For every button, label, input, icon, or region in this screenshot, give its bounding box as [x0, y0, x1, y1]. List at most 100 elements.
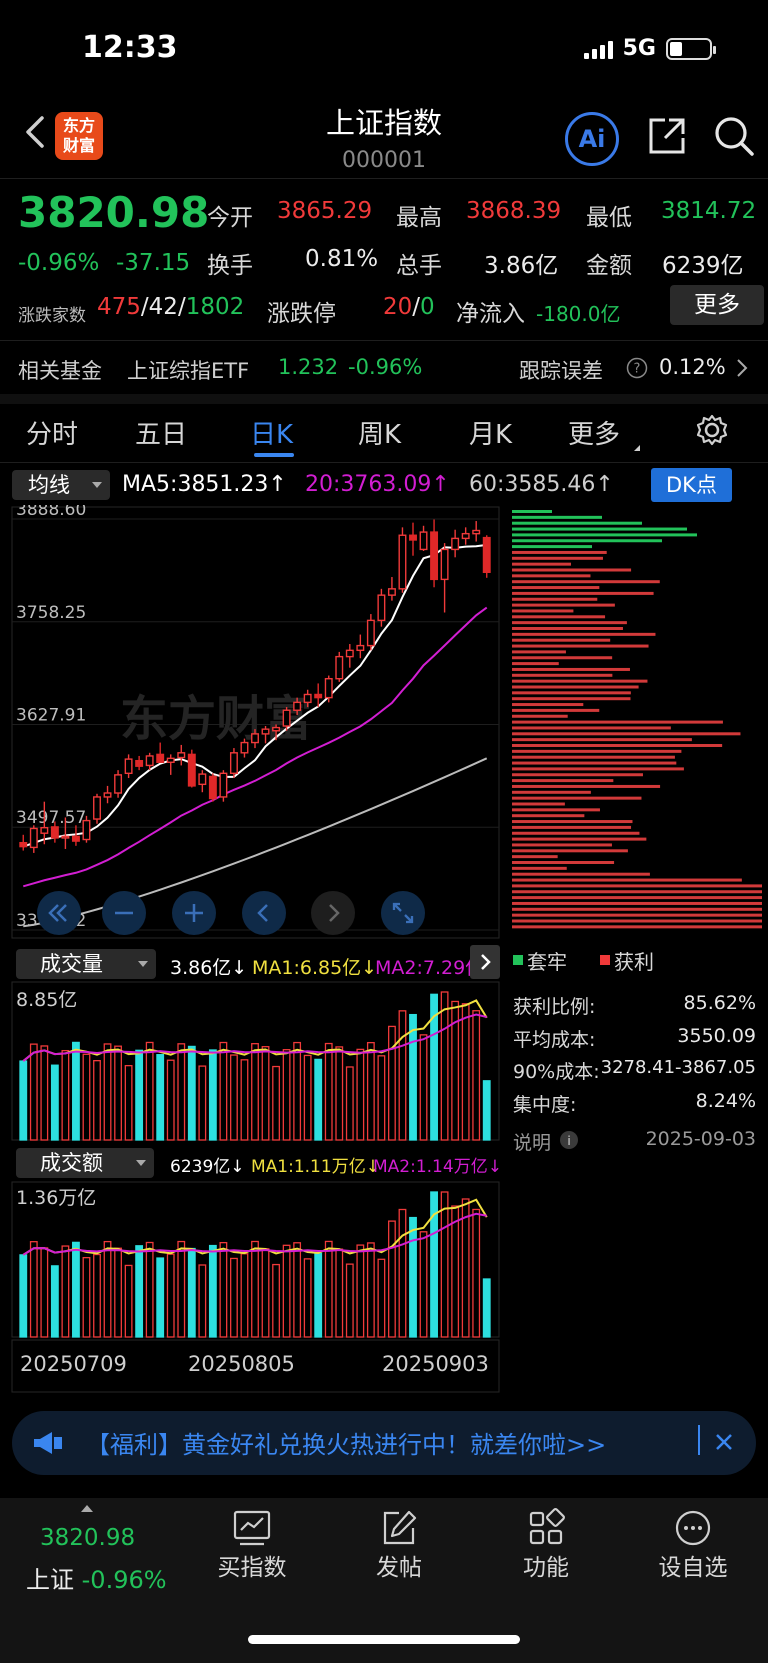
banner-text[interactable]: 【福利】黄金好礼兑换火热进行中！就差你啦>> [86, 1425, 606, 1460]
profit-legend-label: 获利 [614, 950, 654, 974]
fast-back-button[interactable] [37, 891, 81, 935]
ma5-value: MA5:3851.23↑ [122, 472, 287, 497]
prev-button[interactable] [242, 891, 286, 935]
y-axis-label: 3627.91 [16, 706, 86, 726]
chip-bar [512, 556, 603, 560]
volume-bar [93, 1060, 101, 1141]
candle [377, 588, 386, 627]
chip-bar [512, 890, 762, 894]
panel-expand-button[interactable] [470, 945, 500, 979]
chip-bar [512, 650, 566, 654]
profit-ratio-value: 85.62% [683, 992, 756, 1014]
chip-bar [512, 656, 613, 660]
chip-bar [512, 673, 613, 677]
turnover-value: 0.81% [305, 246, 379, 272]
amount-label: 金额 [586, 253, 632, 279]
close-icon[interactable] [713, 1431, 735, 1453]
nav-post-label: 发帖 [376, 1555, 422, 1581]
candle [177, 744, 186, 766]
chip-bar [512, 749, 682, 753]
status-indicators: 5G [583, 36, 716, 61]
candle [103, 785, 112, 804]
tab-more[interactable]: 更多 [568, 414, 641, 451]
y-axis-label: 3758.25 [16, 603, 86, 623]
dk-point-button[interactable]: DK点 [651, 468, 732, 502]
volume-bar [345, 1263, 354, 1338]
nav-post[interactable]: 发帖 [349, 1508, 449, 1582]
breadth-values: 475/42/1802 [97, 294, 245, 320]
amount-ma2: MA2:1.14万亿↓ [373, 1157, 502, 1177]
tab-intraday[interactable]: 分时 [26, 414, 78, 451]
search-icon[interactable] [712, 114, 756, 158]
fullscreen-button[interactable] [381, 891, 425, 935]
tab-daily-k[interactable]: 日K [250, 414, 293, 451]
nav-functions[interactable]: 功能 [496, 1508, 596, 1582]
nav-add-watchlist[interactable]: 设自选 [643, 1508, 743, 1582]
settings-gear-icon[interactable] [695, 413, 729, 447]
fund-percent: -0.96% [348, 355, 423, 379]
chip-bar [512, 802, 565, 806]
candle-body [440, 548, 449, 581]
ai-button[interactable]: Ai [565, 112, 619, 166]
volume-bar [230, 1257, 238, 1338]
candle-body [314, 693, 323, 699]
amount-max-label: 1.36万亿 [16, 1187, 97, 1209]
volume-bar [114, 1045, 122, 1141]
chip-bar [512, 574, 591, 578]
fund-name[interactable]: 上证综指ETF [127, 355, 249, 385]
limit-down: 0 [420, 294, 435, 320]
candle-body [124, 758, 133, 775]
volume-bar [145, 1041, 154, 1141]
amount-indicator-select[interactable]: 成交额 [16, 1148, 154, 1178]
nav-buy-index[interactable]: 买指数 [202, 1508, 302, 1582]
tab-five-day[interactable]: 五日 [135, 414, 187, 451]
volume-bar [293, 1041, 302, 1141]
tab-weekly-k[interactable]: 周K [358, 414, 401, 451]
bottom-index-summary[interactable]: 上证 -0.96% [26, 1560, 167, 1595]
dropdown-icon [136, 1160, 146, 1166]
network-type: 5G [622, 36, 656, 61]
tab-monthly-k[interactable]: 月K [469, 414, 512, 451]
chevron-right-icon[interactable] [735, 358, 749, 378]
volume-indicator-select[interactable]: 成交量 [16, 949, 156, 979]
indicator-select[interactable]: 均线 [12, 470, 110, 500]
zoom-in-button[interactable] [172, 891, 216, 935]
volume-bar [219, 1041, 228, 1141]
volume-bar [472, 1010, 481, 1141]
chip-bar [512, 550, 607, 554]
info-icon[interactable]: i [559, 1130, 579, 1150]
note-label[interactable]: 说明 [513, 1128, 551, 1155]
chip-bar [512, 896, 762, 900]
share-icon[interactable] [645, 114, 689, 158]
candle [71, 825, 80, 846]
next-button[interactable] [311, 891, 355, 935]
up-arrow-icon: ↑ [268, 472, 287, 497]
more-button[interactable]: 更多 [670, 285, 764, 325]
candle-body [219, 772, 228, 798]
volume-bar [198, 1264, 207, 1338]
volume-bar [208, 1244, 217, 1338]
chip-bar [512, 755, 675, 759]
candle-body [335, 655, 344, 680]
zoom-out-button[interactable] [102, 891, 146, 935]
bottom-index-price: 3820.98 [40, 1525, 136, 1551]
volume-bar [335, 1248, 344, 1338]
chip-bar [512, 861, 615, 864]
chip-bar [512, 820, 633, 824]
section-gap [0, 394, 768, 404]
volume-bar [240, 1059, 249, 1141]
candle [461, 527, 470, 545]
volume-bar [72, 1041, 80, 1141]
help-icon[interactable]: ? [626, 357, 648, 379]
candle-body [29, 827, 38, 849]
candle-body [387, 588, 396, 596]
chip-bar [512, 703, 584, 707]
candle-body [261, 728, 270, 735]
chip-bar [512, 597, 598, 601]
expand-up-icon[interactable] [81, 1505, 93, 1512]
profit-legend-swatch [600, 955, 610, 965]
chip-bar [512, 521, 642, 525]
volume-bar [156, 1257, 165, 1338]
volume-bar [198, 1065, 207, 1141]
chip-bar [512, 843, 612, 847]
